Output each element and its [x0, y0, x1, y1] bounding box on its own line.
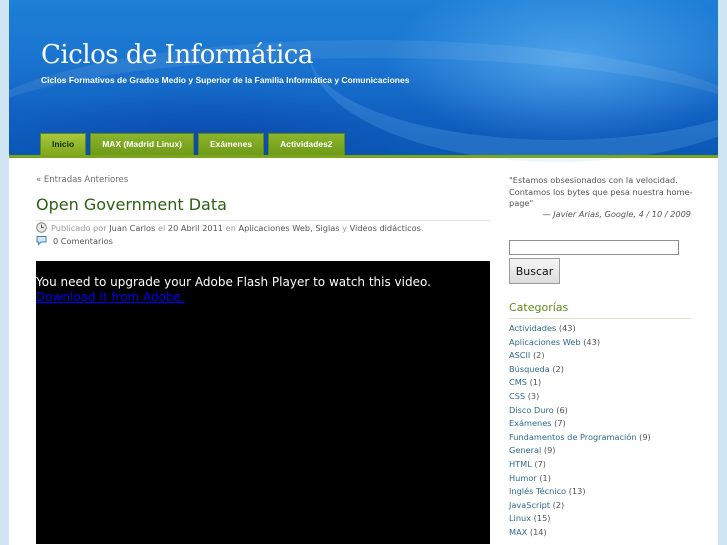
- clock-icon: [36, 222, 47, 233]
- post-date: 20 Abril 2011: [167, 222, 224, 233]
- category-count: (14): [529, 526, 547, 537]
- category-count: (43): [558, 323, 576, 333]
- category-count: (1): [539, 472, 551, 483]
- category-link[interactable]: Búsqueda: [509, 364, 550, 374]
- post-category-link[interactable]: Videos didácticos: [350, 223, 421, 233]
- category-item: CSS (3): [509, 391, 651, 405]
- category-item: JavaScript (2): [509, 500, 651, 514]
- post-category-link[interactable]: Siglas: [315, 223, 339, 233]
- category-link[interactable]: Exámenes: [509, 418, 552, 428]
- category-count: (9): [639, 431, 651, 442]
- post-category-link[interactable]: Aplicaciones Web: [239, 223, 311, 233]
- main-nav: Inicio MAX (Madrid Linux) Exámenes Activ…: [40, 133, 345, 155]
- category-item: MAX (14): [509, 527, 651, 541]
- category-item: HTML (7): [509, 459, 651, 473]
- meta-comma: ,: [310, 222, 313, 233]
- category-item: Linux (15): [509, 513, 651, 527]
- meta-date-prefix: el: [157, 222, 166, 233]
- category-item: Humor (1): [509, 473, 651, 487]
- page: Ciclos de Informática Ciclos Formativos …: [9, 0, 718, 545]
- category-link[interactable]: Humor: [509, 473, 537, 483]
- category-link[interactable]: CMS: [509, 377, 527, 387]
- category-count: (2): [552, 363, 564, 374]
- meta-prefix: Publicado por: [51, 222, 107, 233]
- flash-video-player[interactable]: You need to upgrade your Adobe Flash Pla…: [36, 261, 490, 544]
- category-count: (7): [554, 418, 566, 429]
- category-link[interactable]: Actividades: [509, 323, 556, 333]
- post-comments: 0 Comentarios: [36, 235, 113, 246]
- categories-heading: Categorías: [509, 301, 569, 314]
- nav-tab-max[interactable]: MAX (Madrid Linux): [90, 133, 195, 155]
- category-link[interactable]: HTML: [509, 459, 532, 469]
- post-author-link[interactable]: Juan Carlos: [109, 223, 155, 233]
- nav-tab-inicio[interactable]: Inicio: [40, 133, 87, 155]
- flash-upgrade-message: You need to upgrade your Adobe Flash Pla…: [36, 275, 431, 289]
- category-link[interactable]: Linux: [509, 513, 531, 523]
- category-item: Actividades (43): [509, 323, 651, 337]
- category-item: Búsqueda (2): [509, 364, 651, 378]
- category-count: (2): [552, 499, 565, 510]
- category-link[interactable]: Fundamentos de Programación: [509, 432, 637, 442]
- quote-author: — Javier Arias, Google, 4 / 10 / 2009: [542, 209, 691, 219]
- category-link[interactable]: JavaScript: [509, 500, 550, 510]
- post-title[interactable]: Open Government Data: [36, 195, 227, 214]
- category-count: (6): [556, 404, 568, 415]
- category-item: General (9): [509, 445, 651, 459]
- category-link[interactable]: Aplicaciones Web: [509, 337, 581, 347]
- category-link[interactable]: General: [509, 445, 541, 455]
- category-link[interactable]: Inglés Técnico: [509, 486, 566, 496]
- category-count: (1): [529, 377, 542, 388]
- category-item: Disco Duro (6): [509, 405, 651, 419]
- nav-tab-examenes[interactable]: Exámenes: [198, 133, 265, 155]
- category-count: (7): [534, 458, 547, 469]
- category-item: Fundamentos de Programación (9): [509, 432, 651, 446]
- comments-link[interactable]: 0 Comentarios: [53, 236, 113, 246]
- nav-underline: [9, 155, 718, 158]
- search-button[interactable]: Buscar: [509, 258, 560, 284]
- category-count: (43): [583, 336, 601, 347]
- category-count: (2): [532, 350, 545, 361]
- comment-bubble-icon: [36, 235, 47, 246]
- category-item: CMS (1): [509, 377, 651, 391]
- category-item: ASCII (2): [509, 350, 651, 364]
- previous-entries-link[interactable]: « Entradas Anteriores: [36, 175, 128, 185]
- category-count: (3): [527, 390, 540, 401]
- category-count: (9): [543, 445, 556, 456]
- site-description: Ciclos Formativos de Grados Medio y Supe…: [41, 75, 410, 85]
- sidebar-quote: "Estamos obsesionados con la velocidad. …: [509, 175, 693, 208]
- site-title[interactable]: Ciclos de Informática: [41, 40, 313, 70]
- meta-and: y: [342, 222, 348, 233]
- category-item: Inglés Técnico (13): [509, 486, 651, 500]
- category-item: Exámenes (7): [509, 418, 651, 432]
- adobe-download-link[interactable]: Download it from Adobe.: [36, 290, 185, 304]
- category-count: (15): [533, 513, 551, 524]
- meta-end: .: [420, 222, 424, 233]
- categories-list: Actividades (43) Aplicaciones Web (43) A…: [509, 323, 651, 541]
- post-meta: Publicado por Juan Carlos el 20 Abril 20…: [36, 222, 424, 233]
- nav-tab-actividades2[interactable]: Actividades2: [268, 133, 345, 155]
- category-count: (13): [568, 486, 586, 497]
- category-link[interactable]: CSS: [509, 391, 525, 401]
- title-divider: [36, 220, 490, 221]
- meta-in: en: [225, 222, 236, 233]
- category-item: Aplicaciones Web (43): [509, 337, 651, 351]
- search-input[interactable]: [509, 240, 679, 255]
- category-link[interactable]: ASCII: [509, 350, 530, 360]
- site-header: Ciclos de Informática Ciclos Formativos …: [9, 0, 718, 162]
- category-link[interactable]: Disco Duro: [509, 405, 554, 415]
- categories-divider: [509, 318, 691, 319]
- category-link[interactable]: MAX: [509, 527, 527, 537]
